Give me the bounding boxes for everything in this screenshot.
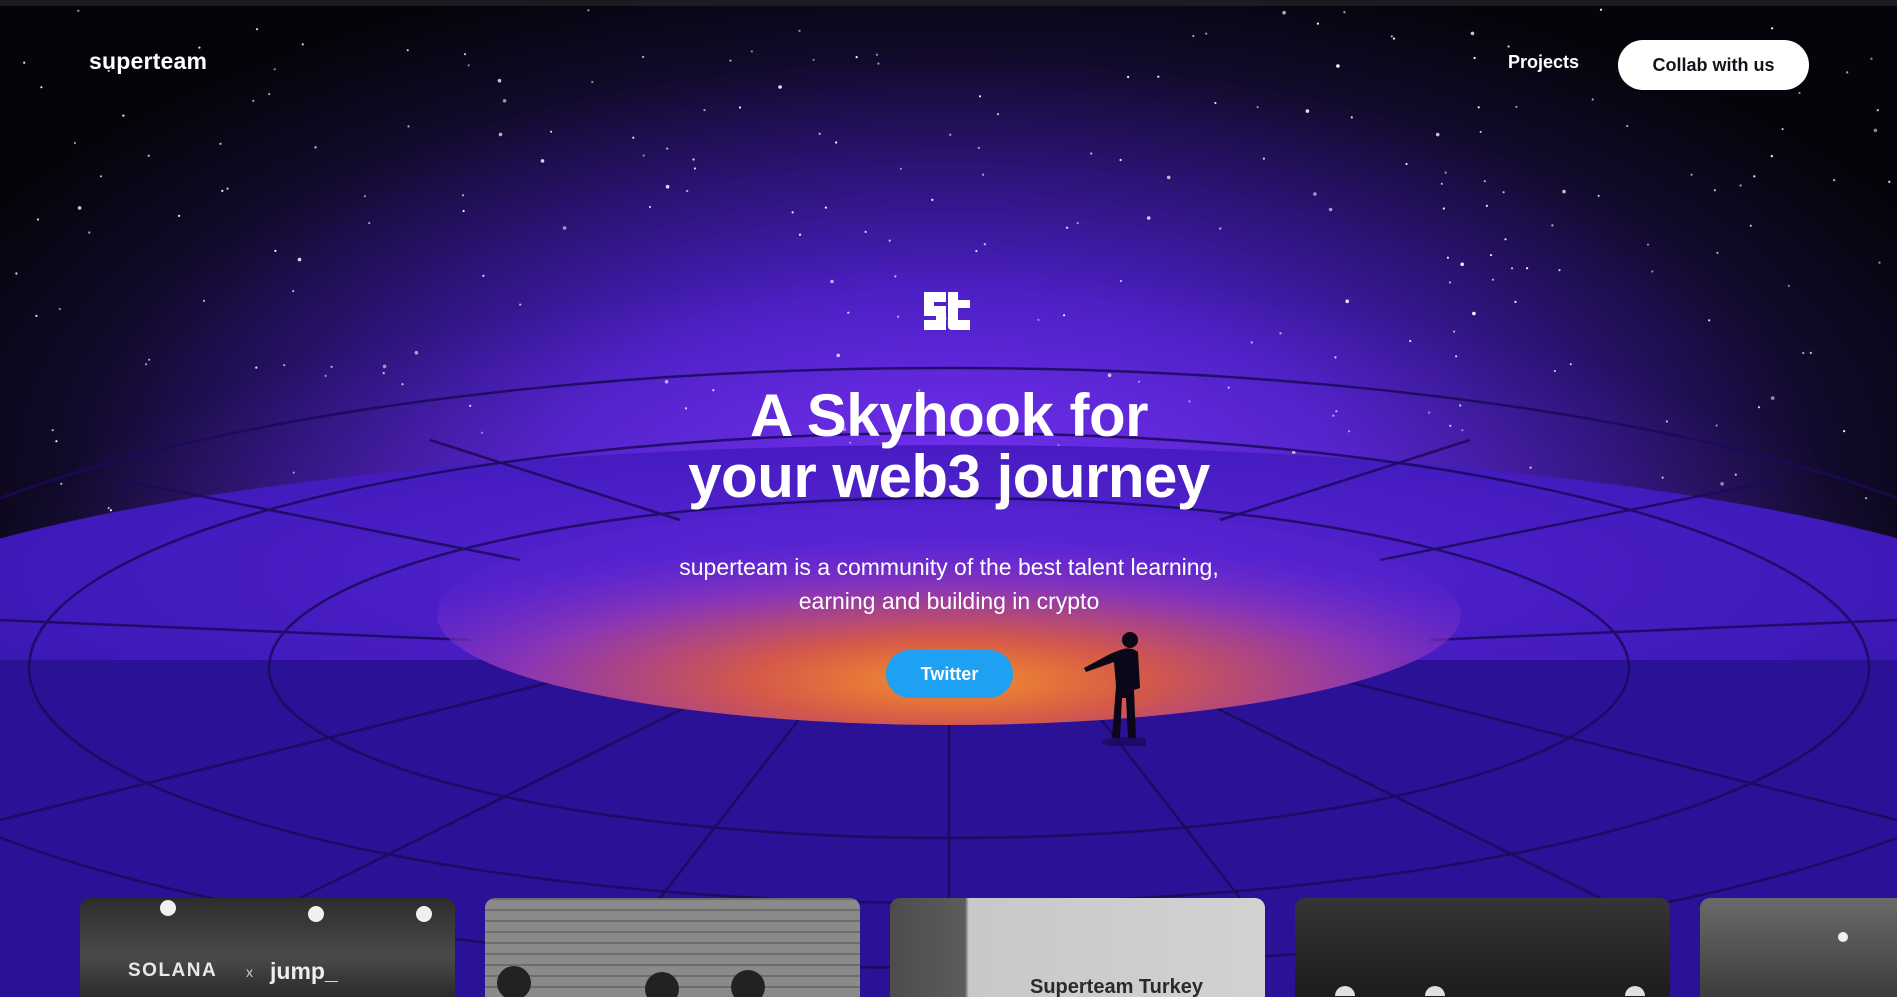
community-photo-gallery: SOLANA x jump_ Superteam Turkey (0, 898, 1897, 997)
astronaut-silhouette-icon (1084, 632, 1146, 746)
hero-description: superteam is a community of the best tal… (599, 550, 1299, 618)
site-header: superteam Projects Collab with us (0, 40, 1897, 92)
person-head (645, 972, 679, 997)
gallery-card-3-caption: Superteam Turkey (1030, 976, 1204, 997)
gallery-card-4[interactable] (1295, 898, 1670, 997)
hero-headline: A Skyhook for your web3 journey (549, 385, 1349, 507)
gallery-card-5[interactable] (1700, 898, 1897, 997)
pendant-lamp (1425, 986, 1445, 996)
nav-link-projects[interactable]: Projects (1508, 52, 1579, 73)
landing-page: superteam Projects Collab with us A Skyh… (0, 0, 1897, 997)
gallery-card-1-solana-text: SOLANA (128, 960, 218, 981)
pendant-lamp (1335, 986, 1355, 996)
hero-description-line-2: earning and building in crypto (798, 588, 1100, 614)
gallery-card-1-jump-text: jump_ (270, 958, 338, 984)
gallery-card-1-x-text: x (246, 964, 253, 980)
ceiling-light (308, 906, 324, 922)
ceiling-light (160, 900, 176, 916)
person-head (497, 966, 531, 997)
twitter-button[interactable]: Twitter (886, 650, 1013, 698)
ceiling-light (416, 906, 432, 922)
gallery-card-2[interactable] (485, 898, 860, 997)
hero-headline-line-1: A Skyhook for (749, 382, 1149, 449)
collab-with-us-button[interactable]: Collab with us (1618, 40, 1809, 90)
person-head (731, 970, 765, 997)
pendant-lamp (1625, 986, 1645, 996)
ceiling-light (1838, 932, 1848, 942)
gallery-card-1[interactable]: SOLANA x jump_ (80, 898, 455, 997)
hero-description-line-1: superteam is a community of the best tal… (679, 554, 1219, 580)
superteam-st-logo-icon (924, 292, 970, 330)
brand-logo-text[interactable]: superteam (89, 48, 207, 75)
gallery-card-3[interactable]: Superteam Turkey (890, 898, 1265, 997)
hero-headline-line-2: your web3 journey (688, 443, 1210, 510)
